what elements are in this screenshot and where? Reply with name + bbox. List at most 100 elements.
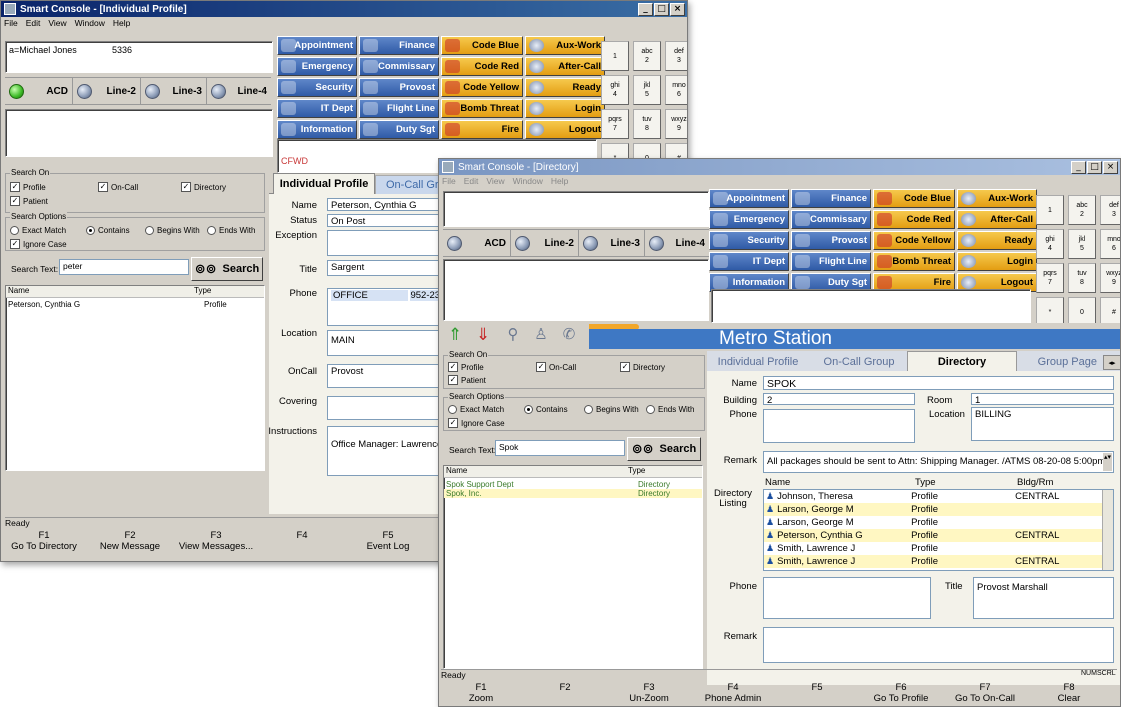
checkbox-directory[interactable]: ✓ Directory <box>181 182 226 192</box>
minimize-button[interactable]: _ <box>638 2 653 16</box>
quick-button-aux-work[interactable]: Aux-Work <box>957 189 1037 208</box>
quick-button-commissary[interactable]: Commissary <box>791 210 871 229</box>
result-row[interactable]: Peterson, Cynthia G Profile <box>6 300 264 309</box>
function-key-3[interactable]: F3 Un-Zoom <box>607 682 691 704</box>
radio-begins-with[interactable]: Begins With <box>145 226 200 235</box>
quick-button-login[interactable]: Login <box>525 99 605 118</box>
title-field[interactable]: Provost Marshall <box>973 577 1114 619</box>
key-9[interactable]: wxyz 9 <box>665 109 687 139</box>
search-button[interactable]: ⊚⊚ Search <box>627 437 701 461</box>
checkbox-oncall[interactable]: ✓ On-Call <box>98 182 138 192</box>
quick-button-after-call[interactable]: After-Call <box>525 57 605 76</box>
quick-button-provost[interactable]: Provost <box>359 78 439 97</box>
quick-button-finance[interactable]: Finance <box>791 189 871 208</box>
key-1[interactable]: 1 <box>601 41 629 71</box>
quick-button-provost[interactable]: Provost <box>791 231 871 250</box>
quick-button-ready[interactable]: Ready <box>957 231 1037 250</box>
radio-exact-match[interactable]: Exact Match <box>448 405 504 414</box>
result-row[interactable]: Spok Support Dept Directory <box>444 480 702 489</box>
forward-arrow-icon[interactable]: ⇑ <box>443 325 467 347</box>
quick-button-code-blue[interactable]: Code Blue <box>873 189 955 208</box>
tab-individual-profile[interactable]: Individual Profile <box>273 173 375 194</box>
dir-phone-field[interactable] <box>763 409 915 443</box>
building-field[interactable]: 2 <box>763 393 915 405</box>
search-button[interactable]: ⊚⊚ Search <box>191 257 263 281</box>
directory-listing-row[interactable]: ♟ Johnson, Theresa Profile CENTRAL <box>764 490 1102 503</box>
phone2-field[interactable] <box>763 577 931 619</box>
line-4[interactable]: Line-4 <box>207 78 271 104</box>
search-person-icon[interactable]: ⚲ <box>501 325 525 347</box>
radio-exact-match[interactable]: Exact Match <box>10 226 66 235</box>
menu-window[interactable]: Window <box>513 176 543 186</box>
line-3[interactable]: Line-3 <box>141 78 207 104</box>
line-4[interactable]: Line-4 <box>645 230 709 256</box>
menu-edit[interactable]: Edit <box>464 176 479 186</box>
menu-file[interactable]: File <box>4 18 18 28</box>
quick-button-code-blue[interactable]: Code Blue <box>441 36 523 55</box>
directory-listing-row[interactable]: ♟ Smith, Lawrence J Profile CENTRAL <box>764 555 1102 568</box>
menu-view[interactable]: View <box>486 176 504 186</box>
key-7[interactable]: pqrs 7 <box>1036 263 1064 293</box>
quick-button-emergency[interactable]: Emergency <box>709 210 789 229</box>
function-key-5[interactable]: F5 Event Log <box>345 530 431 552</box>
radio-begins-with[interactable]: Begins With <box>584 405 639 414</box>
line-acd[interactable]: ACD <box>5 78 73 104</box>
checkbox-ignore-case[interactable]: ✓ Ignore Case <box>10 239 67 249</box>
key-3[interactable]: def 3 <box>1100 195 1120 225</box>
quick-button-fire[interactable]: Fire <box>441 120 523 139</box>
maximize-button[interactable]: □ <box>1087 160 1102 174</box>
radio-contains[interactable]: Contains <box>524 405 568 414</box>
menu-help[interactable]: Help <box>113 18 130 28</box>
minimize-button[interactable]: _ <box>1071 160 1086 174</box>
tab-scroll-arrows[interactable]: ◂▸ <box>1103 355 1120 370</box>
checkbox-patient[interactable]: ✓ Patient <box>448 375 486 385</box>
key-7[interactable]: pqrs 7 <box>601 109 629 139</box>
key-6[interactable]: mno 6 <box>1100 229 1120 259</box>
directory-listing-row[interactable]: ♟ Larson, George M Profile <box>764 503 1102 516</box>
back-arrow-icon[interactable]: ⇓ <box>471 325 495 347</box>
key-8[interactable]: tuv 8 <box>633 109 661 139</box>
quick-button-finance[interactable]: Finance <box>359 36 439 55</box>
quick-button-commissary[interactable]: Commissary <box>359 57 439 76</box>
key-2[interactable]: abc 2 <box>1068 195 1096 225</box>
menu-view[interactable]: View <box>48 18 66 28</box>
column-name[interactable]: Name <box>444 466 628 477</box>
quick-button-login[interactable]: Login <box>957 252 1037 271</box>
directory-listing-row[interactable]: ♟ Smith, Lawrence J Profile <box>764 542 1102 555</box>
quick-button-it-dept[interactable]: IT Dept <box>709 252 789 271</box>
function-key-8[interactable]: F8 Clear <box>1027 682 1111 704</box>
directory-listing-row[interactable]: ♟ Peterson, Cynthia G Profile CENTRAL <box>764 529 1102 542</box>
quick-button-code-red[interactable]: Code Red <box>441 57 523 76</box>
menu-file[interactable]: File <box>442 176 456 186</box>
checkbox-profile[interactable]: ✓ Profile <box>448 362 484 372</box>
listing-col-bldg[interactable]: Bldg/Rm <box>1017 477 1053 488</box>
function-key-4[interactable]: F4 Phone Admin <box>691 682 775 704</box>
close-button[interactable]: × <box>1103 160 1118 174</box>
quick-button-after-call[interactable]: After-Call <box>957 210 1037 229</box>
dir-name-field[interactable]: SPOK <box>763 376 1114 390</box>
radio-ends-with[interactable]: Ends With <box>646 405 694 414</box>
checkbox-patient[interactable]: ✓ Patient <box>10 196 48 206</box>
column-name[interactable]: Name <box>6 286 194 297</box>
location-field[interactable]: BILLING <box>971 407 1114 441</box>
line-3[interactable]: Line-3 <box>579 230 645 256</box>
menu-window[interactable]: Window <box>75 18 105 28</box>
tab-group-page[interactable]: Group Page <box>1017 353 1101 371</box>
key-4[interactable]: ghi 4 <box>601 75 629 105</box>
tab-oncall-group[interactable]: On-Call Group <box>811 353 907 371</box>
quick-button-code-yellow[interactable]: Code Yellow <box>441 78 523 97</box>
quick-button-emergency[interactable]: Emergency <box>277 57 357 76</box>
function-key-2[interactable]: F2 New Message <box>87 530 173 552</box>
quick-button-code-red[interactable]: Code Red <box>873 210 955 229</box>
radio-contains[interactable]: Contains <box>86 226 130 235</box>
quick-button-logout[interactable]: Logout <box>525 120 605 139</box>
result-row[interactable]: Spok, Inc. Directory <box>444 489 702 498</box>
key-2[interactable]: abc 2 <box>633 41 661 71</box>
function-key-5[interactable]: F5 <box>775 682 859 704</box>
maximize-button[interactable]: □ <box>654 2 669 16</box>
listing-col-type[interactable]: Type <box>915 477 936 488</box>
quick-button-flight-line[interactable]: Flight Line <box>359 99 439 118</box>
key-3[interactable]: def 3 <box>665 41 687 71</box>
quick-button-bomb-threat[interactable]: Bomb Threat <box>441 99 523 118</box>
checkbox-oncall[interactable]: ✓ On-Call <box>536 362 576 372</box>
